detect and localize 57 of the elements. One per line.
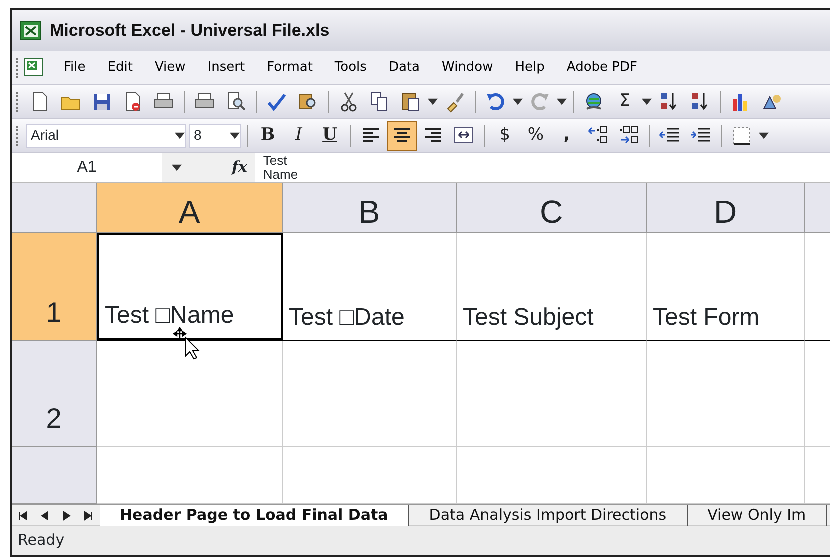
paste-icon[interactable] — [400, 90, 422, 112]
dropdown-arrow-icon[interactable] — [428, 96, 438, 106]
menu-item[interactable]: Edit — [96, 54, 144, 80]
column-header[interactable]: D — [647, 183, 805, 233]
tab-first-icon[interactable] — [17, 510, 29, 522]
menu-item[interactable]: Help — [504, 54, 556, 80]
italic-button[interactable]: I — [285, 122, 313, 150]
menu-item[interactable]: Window — [431, 54, 504, 80]
status-text: Ready — [18, 530, 65, 552]
mouse-pointer-icon — [172, 326, 202, 360]
menu-item[interactable]: View — [144, 54, 197, 80]
font-name-field[interactable]: Arial — [26, 124, 186, 148]
tab-last-icon[interactable] — [83, 510, 95, 522]
table-cell: Test Form — [647, 233, 805, 341]
font-size-field[interactable]: 8 — [189, 124, 241, 148]
menu-item[interactable]: Insert — [196, 54, 256, 80]
menu-item[interactable]: Format — [256, 54, 324, 80]
row-header[interactable]: 2 — [12, 341, 97, 447]
menu-item[interactable]: File — [53, 54, 97, 80]
column-header[interactable]: B — [283, 183, 457, 233]
bold-button[interactable]: B — [254, 122, 282, 150]
undo-icon[interactable] — [485, 90, 507, 112]
merge-center-icon[interactable] — [453, 124, 475, 146]
dropdown-arrow-icon[interactable] — [230, 130, 240, 140]
comma-button[interactable]: , — [553, 122, 581, 150]
name-box[interactable]: A1 — [12, 153, 162, 182]
formula-value-field[interactable]: Test Name — [255, 153, 830, 182]
dropdown-arrow-icon[interactable] — [759, 130, 769, 140]
menu-item[interactable]: Data — [378, 54, 431, 80]
borders-icon[interactable] — [731, 124, 753, 146]
tab-previous-icon[interactable] — [39, 510, 51, 522]
menu-item[interactable]: Tools — [324, 54, 378, 80]
dropdown-arrow-icon[interactable] — [175, 130, 185, 140]
table-cell: Test Subject — [457, 233, 647, 341]
dropdown-arrow-icon[interactable] — [557, 96, 567, 106]
table-cell: Test □Name — [97, 233, 283, 341]
window-title: Microsoft Excel - Universal File.xls — [50, 20, 330, 42]
percent-button[interactable]: % — [522, 122, 550, 150]
align-center-button[interactable] — [388, 122, 416, 150]
function-label[interactable]: fx — [232, 156, 248, 179]
dropdown-arrow-icon[interactable] — [172, 162, 182, 172]
increase-decimal-icon[interactable] — [587, 124, 609, 146]
sum-button[interactable]: Σ — [611, 88, 639, 116]
table-cell: Test □Date — [283, 233, 457, 341]
column-header[interactable]: A — [97, 183, 283, 233]
spreadsheet-icon — [20, 20, 42, 40]
tab-next-icon[interactable] — [61, 510, 73, 522]
sheet-tab[interactable]: Header Page to Load Final Data — [100, 504, 410, 526]
column-header[interactable]: C — [457, 183, 647, 233]
currency-button[interactable]: $ — [491, 122, 519, 150]
dropdown-arrow-icon[interactable] — [642, 96, 652, 106]
dropdown-arrow-icon[interactable] — [513, 96, 523, 106]
menu-item[interactable]: Adobe PDF — [556, 54, 648, 80]
row-header[interactable]: 1 — [12, 233, 97, 341]
decrease-decimal-icon[interactable] — [618, 124, 640, 146]
cell-reference: A1 — [77, 158, 97, 178]
underline-button[interactable]: U — [316, 122, 344, 150]
